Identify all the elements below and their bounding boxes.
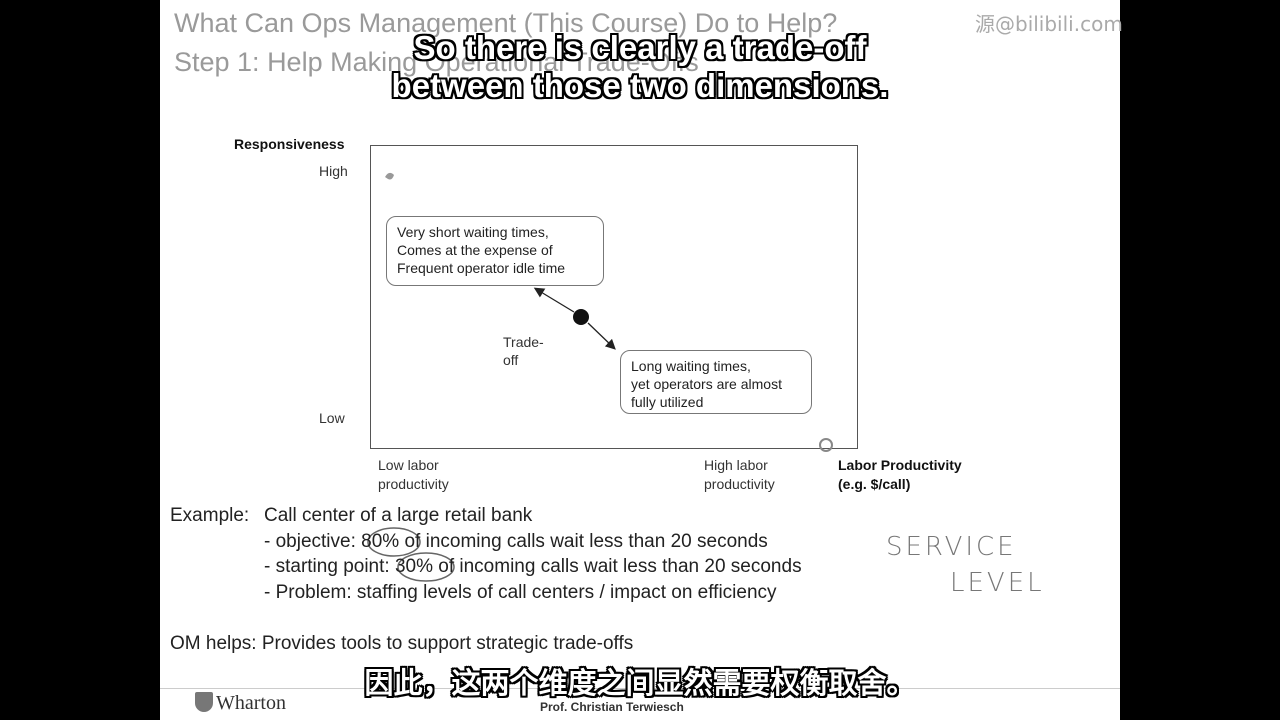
x-low-label-line1: Low labor bbox=[378, 457, 439, 473]
handwriting-line1: SERVICE bbox=[886, 532, 1017, 562]
subtitle-zh: 因此，这两个维度之间显然需要权衡取舍。 bbox=[364, 666, 916, 700]
top-left-scribble bbox=[385, 172, 394, 180]
callout-bottom-line2: yet operators are almost bbox=[631, 376, 782, 392]
objective-suffix: of incoming calls wait less than 20 seco… bbox=[404, 531, 768, 552]
example-label: Example: bbox=[170, 505, 250, 526]
tradeoff-label-line1: Trade- bbox=[503, 334, 544, 350]
start-prefix: - starting point: bbox=[264, 556, 390, 577]
callout-bottom-line3: fully utilized bbox=[631, 394, 704, 410]
callout-top-line2: Comes at the expense of bbox=[397, 242, 553, 258]
current-position-dot bbox=[573, 309, 589, 325]
handwriting-line2: LEVEL bbox=[950, 568, 1045, 598]
callout-short-waiting: Very short waiting times, Comes at the e… bbox=[386, 216, 604, 286]
x-high-label-line1: High labor bbox=[704, 457, 768, 473]
presenter-name: Prof. Christian Terwiesch bbox=[540, 700, 684, 714]
x-low-label-line2: productivity bbox=[378, 476, 449, 492]
om-helps-line: OM helps: Provides tools to support stra… bbox=[170, 633, 634, 654]
starting-point-line: - starting point: 30% of incoming calls … bbox=[264, 554, 802, 580]
arrow-to-bottom-callout bbox=[587, 322, 616, 350]
start-suffix: of incoming calls wait less than 20 seco… bbox=[438, 556, 802, 577]
objective-prefix: - objective: bbox=[264, 531, 356, 552]
callout-top-line3: Frequent operator idle time bbox=[397, 260, 566, 276]
x-axis-title-line2: (e.g. $/call) bbox=[838, 476, 911, 492]
start-value: 30% bbox=[394, 556, 433, 577]
tradeoff-label-line2: off bbox=[503, 352, 519, 368]
callout-bottom-line1: Long waiting times, bbox=[631, 358, 751, 374]
example-heading: Call center of a large retail bank bbox=[264, 505, 533, 526]
arrow-to-top-callout bbox=[533, 287, 575, 313]
subtitle-en-line1: So there is clearly a trade-off bbox=[413, 29, 867, 66]
subtitle-en-line2: between those two dimensions. bbox=[391, 67, 889, 104]
x-axis-title-line1: Labor Productivity bbox=[838, 457, 962, 473]
callout-long-waiting: Long waiting times, yet operators are al… bbox=[620, 350, 812, 414]
objective-line: - objective: 80% of incoming calls wait … bbox=[264, 529, 768, 555]
objective-value: 80% bbox=[361, 531, 400, 552]
callout-top-line1: Very short waiting times, bbox=[397, 224, 549, 240]
x-high-label-line2: productivity bbox=[704, 476, 775, 492]
bottom-right-scribble bbox=[819, 438, 833, 452]
problem-line: - Problem: staffing levels of call cente… bbox=[264, 582, 777, 603]
